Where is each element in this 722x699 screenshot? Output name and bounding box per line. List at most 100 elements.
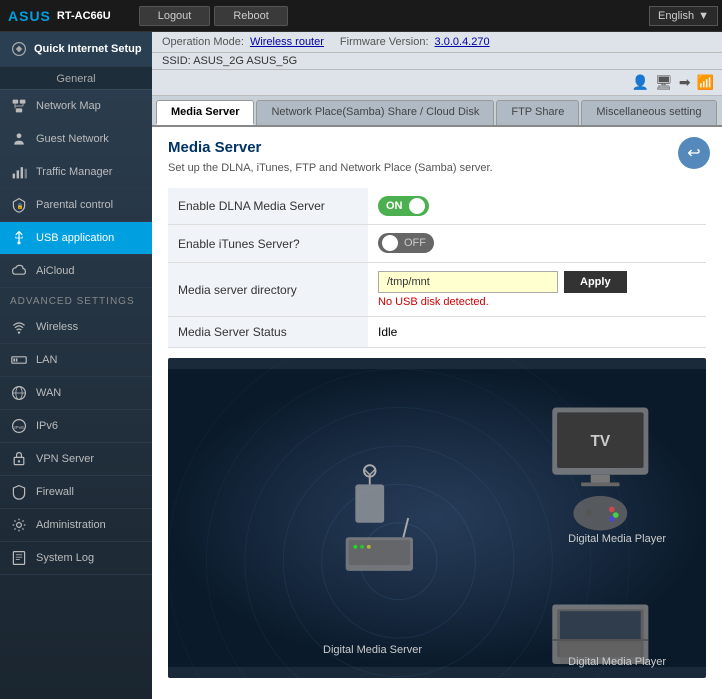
wireless-label: Wireless [36, 321, 78, 333]
asus-logo: ASUS [8, 8, 51, 24]
firewall-icon [10, 483, 28, 501]
advanced-settings-header: Advanced Settings [0, 288, 152, 311]
signal-icon[interactable]: 📶 [697, 74, 714, 91]
sidebar-item-parental-control[interactable]: 🔒 Parental control [0, 189, 152, 222]
tabs: Media Server Network Place(Samba) Share … [152, 96, 722, 127]
tab-network-place[interactable]: Network Place(Samba) Share / Cloud Disk [256, 100, 494, 125]
firewall-label: Firewall [36, 486, 74, 498]
reboot-button[interactable]: Reboot [214, 6, 287, 26]
itunes-toggle-label: OFF [400, 237, 430, 249]
network-map-label: Network Map [36, 100, 101, 112]
svg-text:TV: TV [591, 433, 611, 450]
back-button[interactable]: ↩ [678, 137, 710, 169]
sidebar-item-network-map[interactable]: Network Map [0, 90, 152, 123]
firmware-value: 3.0.0.4.270 [435, 36, 490, 48]
table-row: Media Server Status Idle [168, 317, 706, 348]
ipv6-label: IPv6 [36, 420, 58, 432]
wireless-icon [10, 318, 28, 336]
server-status-value: Idle [368, 317, 706, 348]
top-icons-row: 👤 🖥 ➡ 📶 [152, 70, 722, 96]
itunes-label: Enable iTunes Server? [168, 225, 368, 263]
tab-misc-setting[interactable]: Miscellaneous setting [581, 100, 716, 125]
ipv6-icon: IPv6 [10, 417, 28, 435]
tab-media-server[interactable]: Media Server [156, 100, 254, 125]
sidebar-item-guest-network[interactable]: Guest Network [0, 123, 152, 156]
network-map-icon [10, 97, 28, 115]
system-log-icon [10, 549, 28, 567]
operation-mode-value: Wireless router [250, 36, 324, 48]
server-status-label: Media Server Status [168, 317, 368, 348]
error-text: No USB disk detected. [378, 296, 696, 308]
vpn-server-icon [10, 450, 28, 468]
vpn-server-label: VPN Server [36, 453, 94, 465]
sidebar-item-ipv6[interactable]: IPv6 IPv6 [0, 410, 152, 443]
chevron-down-icon: ▼ [698, 10, 709, 22]
tab-ftp-share[interactable]: FTP Share [496, 100, 579, 125]
ssid-label: SSID: [162, 55, 191, 67]
usb-application-label: USB application [36, 232, 114, 244]
illustration: TV [168, 358, 706, 678]
sidebar-item-lan[interactable]: LAN [0, 344, 152, 377]
aicloud-icon [10, 262, 28, 280]
sidebar-item-aicloud[interactable]: AiCloud [0, 255, 152, 288]
media-dir-input[interactable] [378, 271, 558, 293]
quick-setup-label: Quick Internet Setup [34, 43, 142, 55]
traffic-manager-label: Traffic Manager [36, 166, 112, 178]
parental-control-icon: 🔒 [10, 196, 28, 214]
top-nav-buttons: Logout Reboot [139, 6, 288, 26]
sidebar-item-usb-application[interactable]: USB application [0, 222, 152, 255]
sidebar-item-administration[interactable]: Administration [0, 509, 152, 542]
apply-button[interactable]: Apply [564, 271, 627, 293]
usb-application-icon [10, 229, 28, 247]
dir-input-row: Apply [378, 271, 696, 293]
sidebar-item-firewall[interactable]: Firewall [0, 476, 152, 509]
page-content: ↩ Media Server Set up the DLNA, iTunes, … [152, 127, 722, 699]
wan-label: WAN [36, 387, 61, 399]
dlna-toggle[interactable]: ON [378, 196, 429, 216]
user-icon[interactable]: 👤 [632, 74, 649, 91]
lan-icon [10, 351, 28, 369]
main-layout: Quick Internet Setup General Network Map… [0, 32, 722, 699]
table-row: Enable DLNA Media Server ON [168, 188, 706, 225]
language-selector[interactable]: English ▼ [649, 6, 718, 26]
guest-network-icon [10, 130, 28, 148]
table-row: Enable iTunes Server? OFF [168, 225, 706, 263]
table-row: Media server directory Apply No USB disk… [168, 263, 706, 317]
administration-label: Administration [36, 519, 106, 531]
ssid-value: ASUS_2G ASUS_5G [193, 55, 297, 67]
ssid-bar: SSID: ASUS_2G ASUS_5G [152, 53, 722, 70]
sidebar-item-wan[interactable]: WAN [0, 377, 152, 410]
computer-icon[interactable]: 🖥 [655, 74, 673, 91]
model-name: RT-AC66U [57, 10, 111, 22]
player1-label: Digital Media Player [568, 533, 666, 545]
svg-text:🔒: 🔒 [17, 203, 24, 210]
lan-label: LAN [36, 354, 57, 366]
sidebar-item-quick-internet-setup[interactable]: Quick Internet Setup [0, 32, 152, 67]
sidebar-item-vpn-server[interactable]: VPN Server [0, 443, 152, 476]
operation-mode-label: Operation Mode: [162, 36, 244, 48]
sidebar-item-system-log[interactable]: System Log [0, 542, 152, 575]
toggle-knob [409, 198, 425, 214]
settings-table: Enable DLNA Media Server ON Enable iTune… [168, 188, 706, 348]
sidebar: Quick Internet Setup General Network Map… [0, 32, 152, 699]
dlna-toggle-cell: ON [368, 188, 706, 225]
system-log-label: System Log [36, 552, 94, 564]
info-bar: Operation Mode: Wireless router Firmware… [152, 32, 722, 53]
administration-icon [10, 516, 28, 534]
toggle-knob-off [382, 235, 398, 251]
svg-text:IPv6: IPv6 [14, 425, 24, 431]
quick-setup-icon [10, 40, 28, 58]
logout-button[interactable]: Logout [139, 6, 211, 26]
traffic-manager-icon [10, 163, 28, 181]
wan-icon [10, 384, 28, 402]
content-area: Operation Mode: Wireless router Firmware… [152, 32, 722, 699]
sidebar-item-traffic-manager[interactable]: Traffic Manager [0, 156, 152, 189]
topbar: ASUS RT-AC66U Logout Reboot English ▼ [0, 0, 722, 32]
aicloud-label: AiCloud [36, 265, 75, 277]
itunes-toggle[interactable]: OFF [378, 233, 434, 253]
general-section-header: General [0, 67, 152, 90]
sidebar-item-wireless[interactable]: Wireless [0, 311, 152, 344]
firmware-label: Firmware Version: [340, 36, 429, 48]
arrow-right-icon[interactable]: ➡ [679, 74, 691, 91]
logo-area: ASUS RT-AC66U [0, 0, 119, 31]
